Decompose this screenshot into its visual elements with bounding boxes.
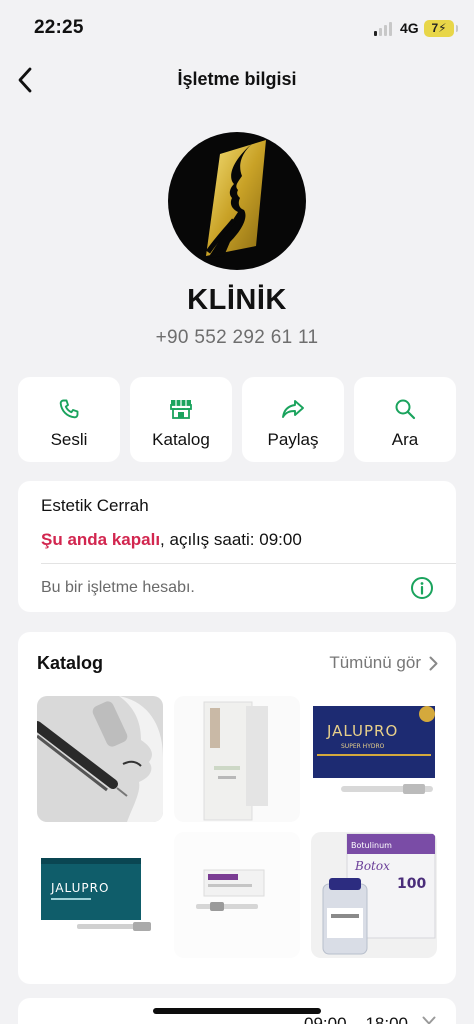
search-button[interactable]: Ara: [354, 377, 456, 462]
divider: [41, 563, 456, 564]
see-all-link[interactable]: Tümünü gör: [329, 653, 438, 673]
catalog-item-botox[interactable]: Botulinum Botox 100: [311, 832, 437, 958]
svg-text:100: 100: [397, 876, 426, 892]
catalog-item-jalupro[interactable]: JALUPRO: [37, 832, 163, 958]
catalog-button[interactable]: Katalog: [130, 377, 232, 462]
action-label: Paylaş: [267, 430, 319, 449]
share-arrow-icon: [280, 396, 306, 422]
business-info-card: Estetik Cerrah Şu anda kapalı, açılış sa…: [18, 481, 456, 612]
svg-text:JALUPRO: JALUPRO: [50, 881, 109, 895]
opening-hours: 09:00 – 18:00: [304, 1014, 408, 1024]
phone-icon: [56, 396, 82, 422]
business-hours-status[interactable]: Şu anda kapalı, açılış saati: 09:00: [41, 530, 302, 550]
chevron-down-icon: [422, 1016, 436, 1024]
svg-text:SUPER HYDRO: SUPER HYDRO: [341, 743, 385, 750]
logo-face-icon: [205, 140, 266, 258]
info-icon[interactable]: [410, 576, 434, 600]
page-title: İşletme bilgisi: [177, 69, 297, 89]
share-button[interactable]: Paylaş: [242, 377, 344, 462]
status-bar: 22:25 4G 7⚡: [0, 0, 474, 56]
product-photo: [174, 696, 300, 822]
voice-call-button[interactable]: Sesli: [18, 377, 120, 462]
action-buttons: Sesli Katalog Paylaş Ara: [18, 377, 456, 462]
catalog-item-syringe-box[interactable]: [174, 696, 300, 822]
business-category: Estetik Cerrah: [41, 496, 149, 515]
battery-level: 7: [431, 21, 439, 35]
network-type: 4G: [400, 20, 419, 36]
business-phone[interactable]: +90 552 292 61 11: [0, 327, 474, 349]
svg-text:Botulinum: Botulinum: [351, 841, 392, 850]
product-photo: JALUPRO SUPER HYDRO: [311, 696, 437, 822]
action-label: Katalog: [152, 430, 210, 449]
catalog-card: Katalog Tümünü gör JALUPRO SUPER HYDRO J…: [18, 632, 456, 984]
action-label: Sesli: [50, 430, 88, 449]
opening-time: , açılış saati: 09:00: [160, 530, 302, 549]
storefront-icon: [168, 396, 194, 422]
catalog-title: Katalog: [37, 653, 104, 673]
product-photo: JALUPRO: [37, 832, 163, 958]
catalog-item-jalupro-kit[interactable]: [174, 832, 300, 958]
closed-status: Şu anda kapalı: [41, 530, 161, 549]
product-photo: [174, 832, 300, 958]
svg-text:Botox: Botox: [354, 859, 390, 873]
treatment-photo: [37, 696, 163, 822]
business-name: KLİNİK: [187, 284, 287, 316]
action-label: Ara: [391, 430, 419, 449]
catalog-item-jalupro-super-hydro[interactable]: JALUPRO SUPER HYDRO: [311, 696, 437, 822]
catalog-item-treatment[interactable]: [37, 696, 163, 822]
signal-icon: [374, 22, 396, 36]
status-time: 22:25: [34, 17, 84, 38]
svg-text:JALUPRO: JALUPRO: [326, 722, 398, 740]
nav-bar: İşletme bilgisi: [0, 58, 474, 102]
business-avatar[interactable]: [168, 132, 306, 270]
business-account-note: Bu bir işletme hesabı.: [41, 579, 195, 596]
see-all-label: Tümünü gör: [329, 653, 421, 672]
product-photo: Botulinum Botox 100: [311, 832, 437, 958]
chevron-right-icon: [429, 656, 438, 670]
search-icon: [392, 396, 418, 422]
battery-icon: 7⚡: [424, 20, 458, 37]
home-indicator[interactable]: [153, 1008, 321, 1014]
